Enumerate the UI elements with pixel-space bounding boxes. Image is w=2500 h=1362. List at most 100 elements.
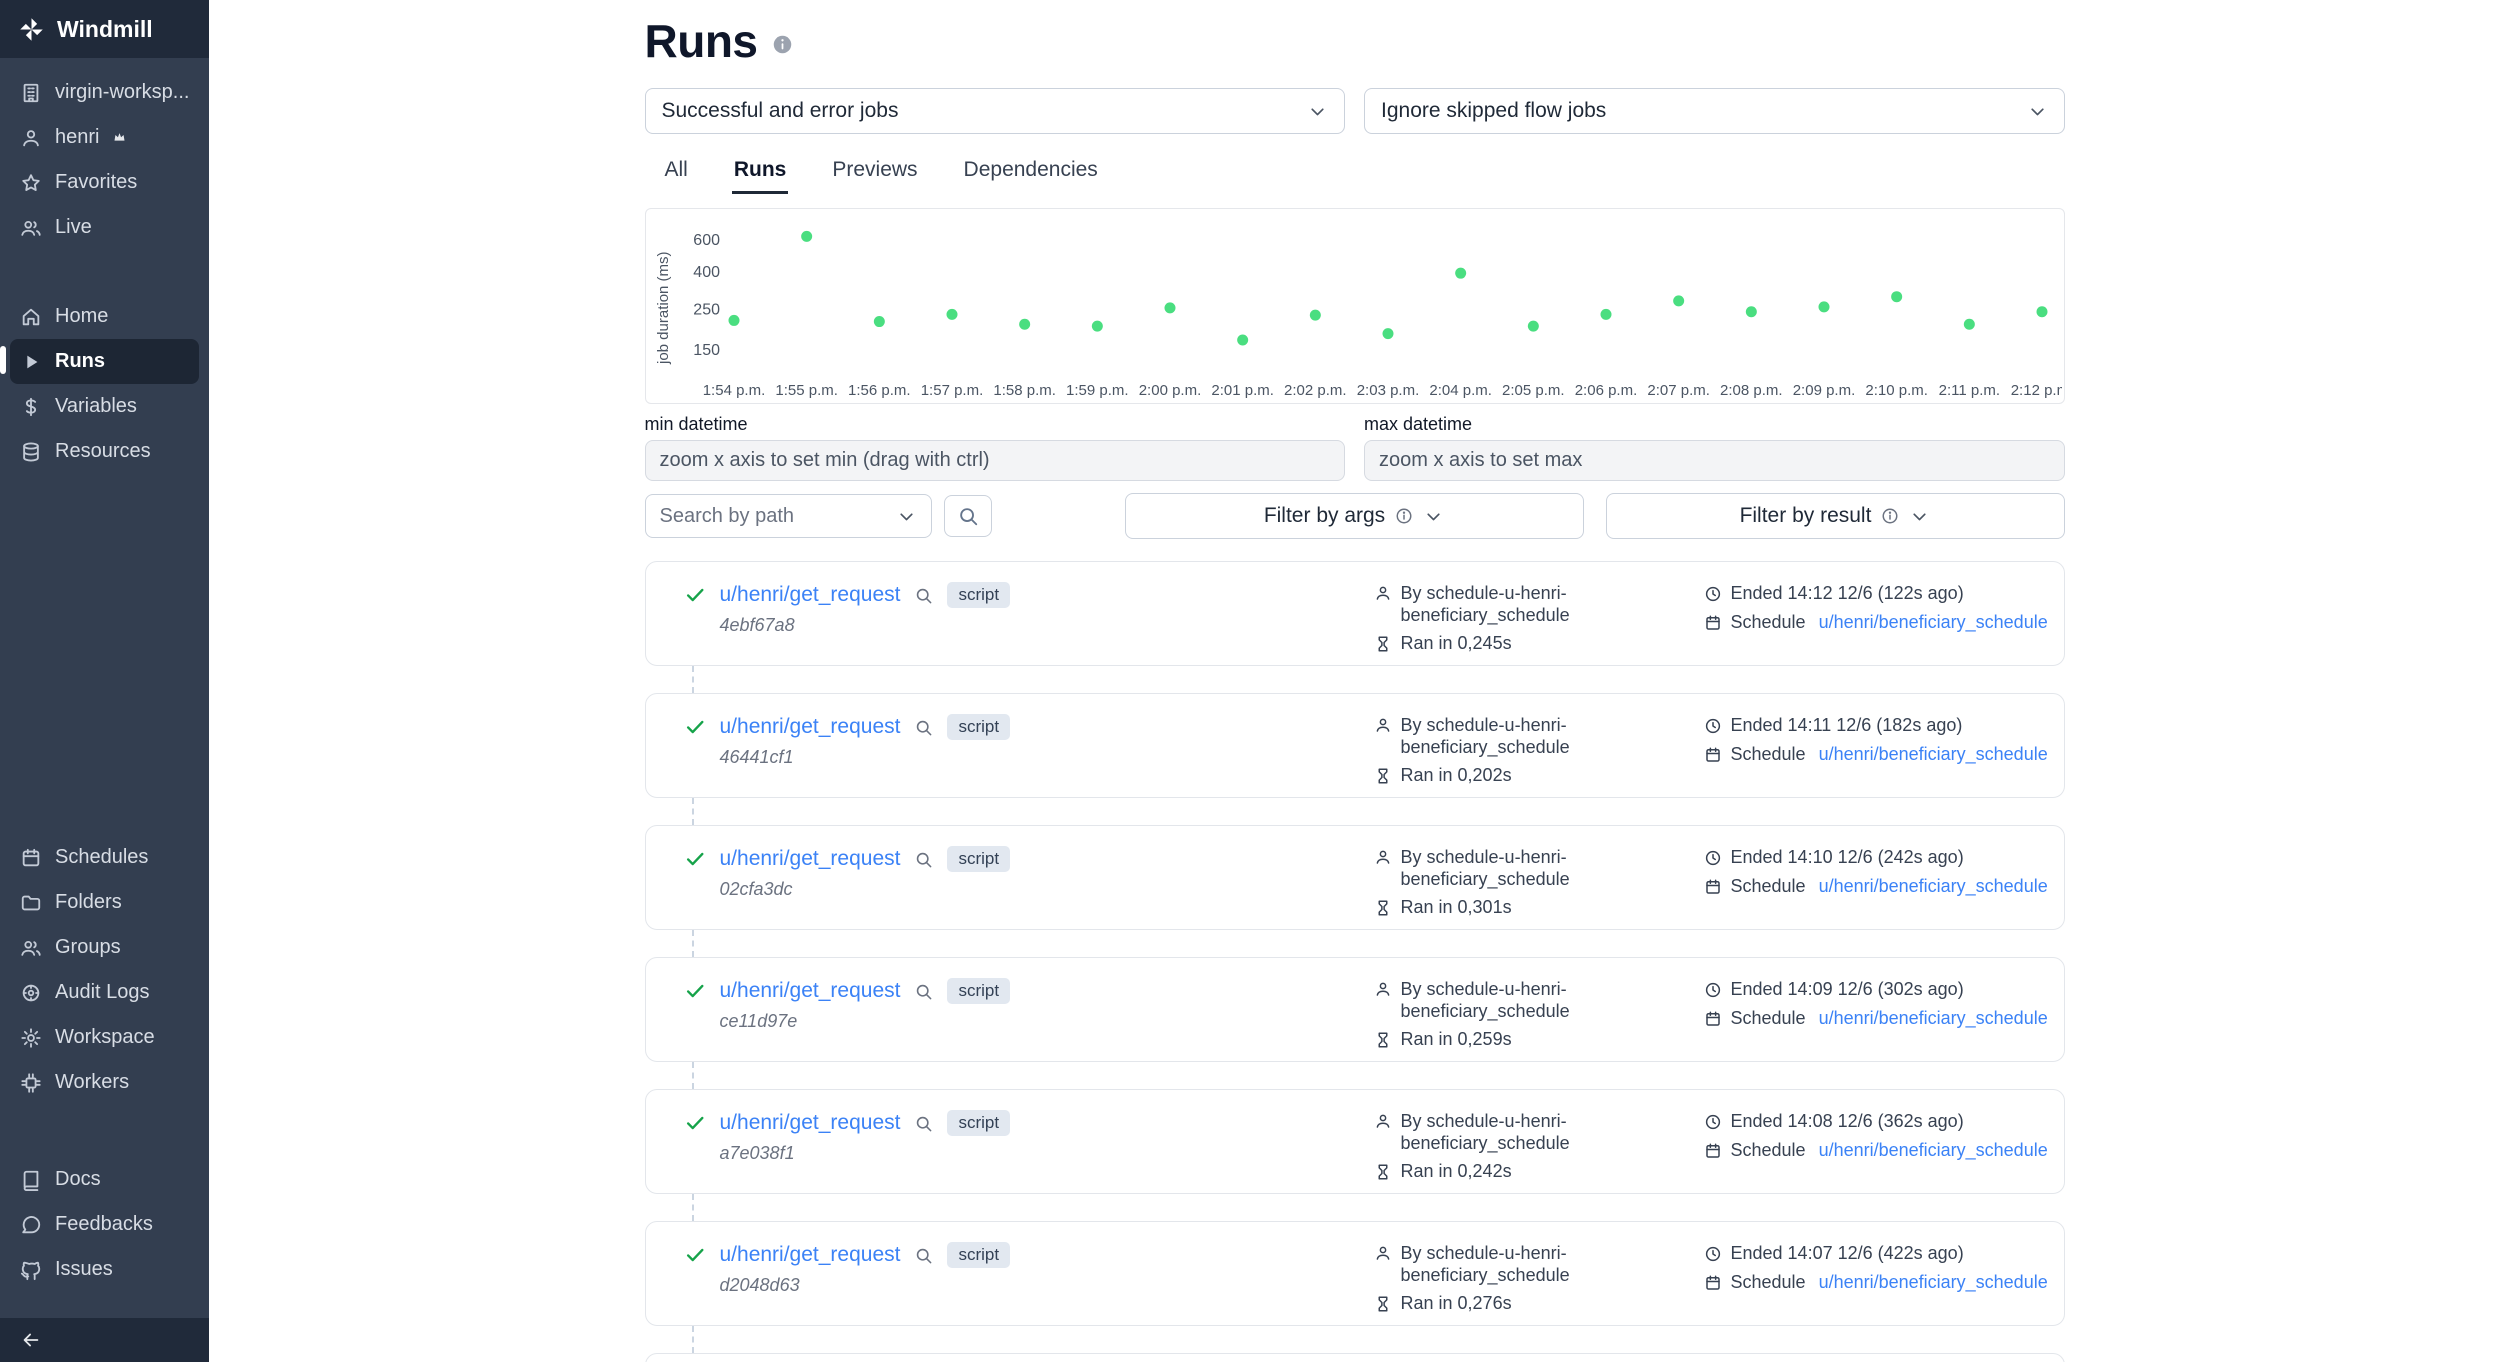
tab-runs[interactable]: Runs bbox=[732, 152, 789, 194]
sidebar-item-label: henri bbox=[55, 126, 99, 149]
sidebar-item-folders[interactable]: Folders bbox=[10, 880, 199, 925]
run-schedule-row: Schedule u/henri/beneficiary_schedule bbox=[1704, 744, 2048, 765]
folder-icon bbox=[20, 892, 42, 914]
run-card[interactable]: u/henri/get_request script a7e038f1 By s… bbox=[645, 1089, 2065, 1194]
run-schedule-link[interactable]: u/henri/beneficiary_schedule bbox=[1819, 1140, 2048, 1161]
duration-scatter-chart: job duration (ms)6004002501501:54 p.m.1:… bbox=[646, 209, 2062, 403]
skipped-flow-select[interactable]: Ignore skipped flow jobs bbox=[1364, 88, 2065, 134]
run-card-right: Ended 14:08 12/6 (362s ago) Schedule u/h… bbox=[1704, 1110, 2048, 1193]
sidebar-item-workspace[interactable]: Workspace bbox=[10, 1015, 199, 1060]
sidebar-item-feedbacks[interactable]: Feedbacks bbox=[10, 1202, 199, 1247]
run-triggered-by: By schedule-u-henri-beneficiary_schedule bbox=[1401, 847, 1616, 890]
info-icon bbox=[1881, 507, 1899, 525]
run-duration: Ran in 0,276s bbox=[1401, 1293, 1512, 1314]
run-detail-search-icon[interactable] bbox=[914, 718, 933, 737]
sidebar-item-issues[interactable]: Issues bbox=[10, 1247, 199, 1292]
run-ended: Ended 14:09 12/6 (302s ago) bbox=[1731, 979, 1964, 1000]
filter-by-result-button[interactable]: Filter by result bbox=[1606, 493, 2065, 539]
run-ended: Ended 14:08 12/6 (362s ago) bbox=[1731, 1111, 1964, 1132]
run-detail-search-icon[interactable] bbox=[914, 586, 933, 605]
sidebar-item-virgin-worksp[interactable]: virgin-worksp... bbox=[10, 70, 199, 115]
run-schedule-label: Schedule bbox=[1731, 744, 1806, 765]
chart[interactable]: job duration (ms)6004002501501:54 p.m.1:… bbox=[645, 208, 2065, 404]
run-path-link[interactable]: u/henri/get_request bbox=[720, 715, 901, 739]
run-duration: Ran in 0,259s bbox=[1401, 1029, 1512, 1050]
runs-page: Runs Successful and error jobs Ignore sk… bbox=[645, 0, 2065, 1362]
run-path-link[interactable]: u/henri/get_request bbox=[720, 1111, 901, 1135]
run-duration: Ran in 0,202s bbox=[1401, 765, 1512, 786]
filter-by-args-button[interactable]: Filter by args bbox=[1125, 493, 1584, 539]
live-icon bbox=[20, 217, 42, 239]
svg-text:2:10 p.m.: 2:10 p.m. bbox=[1865, 382, 1928, 399]
search-button[interactable] bbox=[944, 495, 992, 537]
svg-text:600: 600 bbox=[693, 232, 720, 249]
tab-all[interactable]: All bbox=[663, 152, 690, 194]
svg-text:2:04 p.m.: 2:04 p.m. bbox=[1429, 382, 1492, 399]
run-card[interactable]: u/henri/get_request script d2048d63 By s… bbox=[645, 1221, 2065, 1326]
sidebar-item-workers[interactable]: Workers bbox=[10, 1060, 199, 1105]
run-schedule-row: Schedule u/henri/beneficiary_schedule bbox=[1704, 1272, 2048, 1293]
sidebar-spacer bbox=[0, 562, 209, 830]
run-triggered-by-row: By schedule-u-henri-beneficiary_schedule bbox=[1374, 847, 1704, 890]
run-detail-search-icon[interactable] bbox=[914, 1246, 933, 1265]
run-card[interactable]: u/henri/get_request script By schedule-u… bbox=[645, 1353, 2065, 1362]
run-card[interactable]: u/henri/get_request script 4ebf67a8 By s… bbox=[645, 561, 2065, 666]
sidebar-item-docs[interactable]: Docs bbox=[10, 1157, 199, 1202]
app-logo[interactable]: Windmill bbox=[0, 0, 209, 58]
tab-previews[interactable]: Previews bbox=[830, 152, 919, 194]
run-path-link[interactable]: u/henri/get_request bbox=[720, 583, 901, 607]
svg-text:1:57 p.m.: 1:57 p.m. bbox=[920, 382, 983, 399]
search-by-path-select[interactable]: Search by path bbox=[645, 494, 932, 538]
run-schedule-link[interactable]: u/henri/beneficiary_schedule bbox=[1819, 1008, 2048, 1029]
run-kind-badge: script bbox=[947, 978, 1010, 1004]
user-icon bbox=[20, 127, 42, 149]
worker-icon bbox=[20, 1072, 42, 1094]
home-icon bbox=[20, 306, 42, 328]
run-path-link[interactable]: u/henri/get_request bbox=[720, 1243, 901, 1267]
run-path-link[interactable]: u/henri/get_request bbox=[720, 979, 901, 1003]
run-card-middle: By schedule-u-henri-beneficiary_schedule… bbox=[1374, 1242, 1704, 1325]
sidebar-item-label: Folders bbox=[55, 891, 122, 914]
run-kind-badge: script bbox=[947, 846, 1010, 872]
sidebar-item-home[interactable]: Home bbox=[10, 294, 199, 339]
job-status-select[interactable]: Successful and error jobs bbox=[645, 88, 1346, 134]
run-detail-search-icon[interactable] bbox=[914, 850, 933, 869]
run-schedule-link[interactable]: u/henri/beneficiary_schedule bbox=[1819, 612, 2048, 633]
main-area: Runs Successful and error jobs Ignore sk… bbox=[209, 0, 2500, 1362]
run-kind-badge: script bbox=[947, 714, 1010, 740]
info-icon[interactable] bbox=[772, 34, 793, 55]
run-detail-search-icon[interactable] bbox=[914, 982, 933, 1001]
run-card-right: Ended 14:11 12/6 (182s ago) Schedule u/h… bbox=[1704, 714, 2048, 797]
success-check-icon bbox=[684, 716, 706, 738]
run-card[interactable]: u/henri/get_request script 46441cf1 By s… bbox=[645, 693, 2065, 798]
sidebar-item-henri[interactable]: henri bbox=[10, 115, 199, 160]
success-check-icon bbox=[684, 1112, 706, 1134]
hourglass-icon bbox=[1374, 767, 1392, 785]
sidebar-item-live[interactable]: Live bbox=[10, 205, 199, 250]
run-schedule-link[interactable]: u/henri/beneficiary_schedule bbox=[1819, 876, 2048, 897]
max-datetime-input[interactable] bbox=[1364, 440, 2065, 481]
hourglass-icon bbox=[1374, 1163, 1392, 1181]
sidebar-item-schedules[interactable]: Schedules bbox=[10, 835, 199, 880]
collapse-sidebar-button[interactable] bbox=[20, 1329, 42, 1351]
runs-tabs: All Runs Previews Dependencies bbox=[645, 152, 2065, 194]
run-card[interactable]: u/henri/get_request script ce11d97e By s… bbox=[645, 957, 2065, 1062]
run-detail-search-icon[interactable] bbox=[914, 1114, 933, 1133]
sidebar-item-audit-logs[interactable]: Audit Logs bbox=[10, 970, 199, 1015]
sidebar-item-runs[interactable]: Runs bbox=[10, 339, 199, 384]
run-schedule-row: Schedule u/henri/beneficiary_schedule bbox=[1704, 1140, 2048, 1161]
svg-text:1:58 p.m.: 1:58 p.m. bbox=[993, 382, 1056, 399]
sidebar-item-favorites[interactable]: Favorites bbox=[10, 160, 199, 205]
sidebar-item-variables[interactable]: Variables bbox=[10, 384, 199, 429]
tab-dependencies[interactable]: Dependencies bbox=[962, 152, 1100, 194]
svg-text:2:11 p.m.: 2:11 p.m. bbox=[1938, 382, 1999, 399]
run-path-link[interactable]: u/henri/get_request bbox=[720, 847, 901, 871]
min-datetime-input[interactable] bbox=[645, 440, 1346, 481]
run-card[interactable]: u/henri/get_request script 02cfa3dc By s… bbox=[645, 825, 2065, 930]
sidebar-item-resources[interactable]: Resources bbox=[10, 429, 199, 474]
sidebar-item-label: Schedules bbox=[55, 846, 148, 869]
sidebar-item-groups[interactable]: Groups bbox=[10, 925, 199, 970]
run-schedule-link[interactable]: u/henri/beneficiary_schedule bbox=[1819, 1272, 2048, 1293]
sidebar-footer-group: Docs Feedbacks Issues bbox=[0, 1151, 209, 1292]
run-schedule-link[interactable]: u/henri/beneficiary_schedule bbox=[1819, 744, 2048, 765]
